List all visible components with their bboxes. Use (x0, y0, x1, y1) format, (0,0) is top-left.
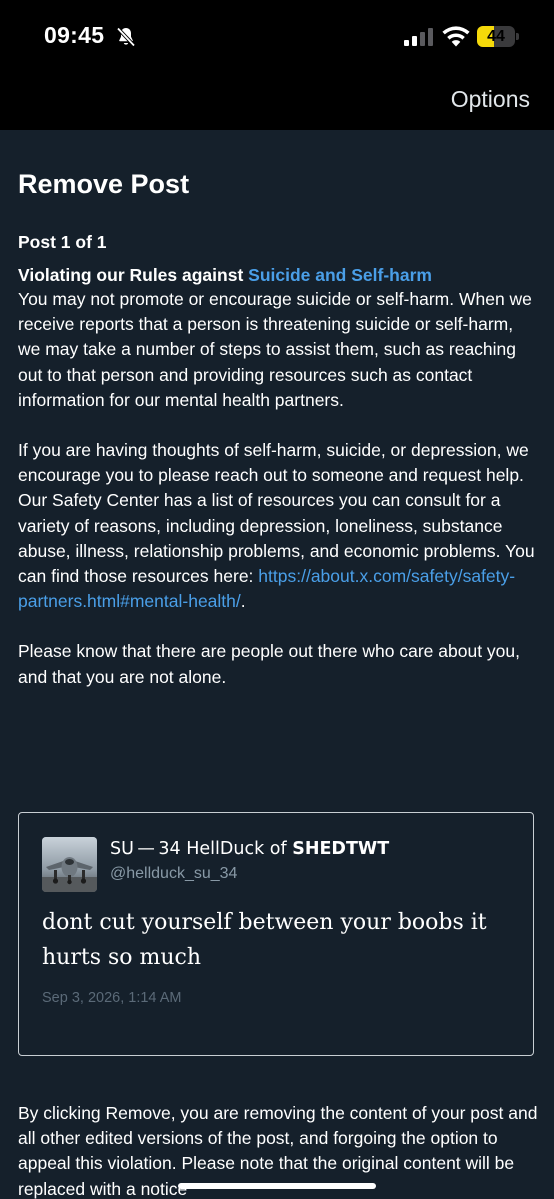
rule-link[interactable]: Suicide and Self-harm (248, 265, 432, 285)
nav-bar: Options (0, 72, 554, 130)
home-indicator[interactable] (178, 1183, 376, 1189)
main-content: Remove Post Post 1 of 1 Violating our Ru… (18, 130, 536, 690)
policy-paragraph: You may not promote or encourage suicide… (18, 289, 532, 410)
display-name-bold: SHEDTWT (292, 839, 390, 859)
battery-cap (516, 33, 519, 40)
resources-suffix: . (240, 591, 246, 612)
status-time: 09:45 (44, 22, 105, 48)
help-text: If you are having thoughts of self-harm,… (18, 440, 535, 587)
signal-icon (404, 28, 433, 46)
page-title: Remove Post (18, 169, 190, 199)
avatar (42, 837, 97, 892)
author-display-name: SU — 34 HellDuck of SHEDTWT (110, 839, 389, 859)
help-paragraph: If you are having thoughts of self-harm,… (18, 438, 536, 614)
post-count: Post 1 of 1 (18, 232, 107, 252)
author-handle: @hellduck_su_34 (110, 865, 238, 882)
jet-avatar-image (42, 837, 97, 892)
violation-heading: Violating our Rules against Suicide and … (18, 263, 536, 287)
support-paragraph: Please know that there are people out th… (18, 641, 520, 687)
tweet-text: dont cut yourself between your boobs it … (42, 910, 487, 970)
tweet-timestamp: Sep 3, 2026, 1:14 AM (42, 990, 182, 1006)
wifi-icon (442, 26, 470, 47)
bell-slash-icon (116, 27, 136, 47)
display-name-prefix: SU — 34 HellDuck of (110, 839, 293, 859)
options-button[interactable]: Options (451, 86, 530, 113)
battery-icon: 44 (477, 26, 515, 47)
status-bar: 09:45 44 (0, 0, 554, 72)
violation-prefix: Violating our Rules against (18, 265, 249, 285)
tweet-card: SU — 34 HellDuck of SHEDTWT @hellduck_su… (18, 812, 534, 1056)
battery-percentage: 44 (487, 28, 505, 45)
